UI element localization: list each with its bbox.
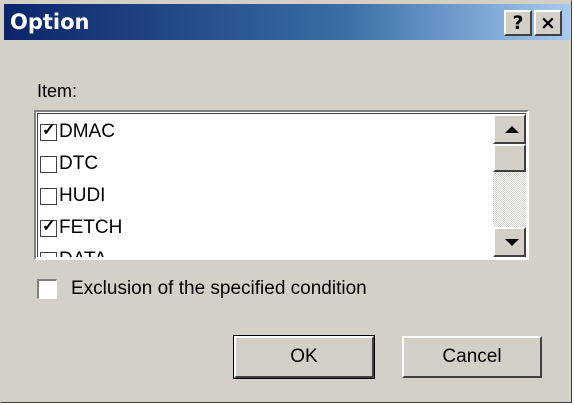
item-checkbox[interactable] [40,251,57,257]
scroll-up-button[interactable] [493,114,526,144]
list-item[interactable]: ✓ DMAC [40,116,490,148]
exclusion-option[interactable]: Exclusion of the specified condition [37,278,367,300]
item-checkbox[interactable]: ✓ [40,121,57,141]
item-label: Item: [37,81,78,101]
cancel-button[interactable]: Cancel [402,336,542,378]
item-label: DATA [59,249,107,257]
scroll-thumb[interactable] [493,144,526,172]
item-list: ✓DMACDTCHUDI✓FETCHDATA [40,116,490,257]
list-item[interactable]: HUDI [40,180,490,212]
vertical-scrollbar[interactable] [493,114,526,257]
close-button[interactable]: × [534,10,562,36]
item-label: DTC [59,153,99,174]
item-label: HUDI [59,185,106,206]
exclusion-checkbox[interactable] [37,279,57,299]
option-dialog: Option ? × Item: ✓DMACDTCHUDI✓FETCHDATA … [0,0,572,403]
down-arrow-icon [505,239,519,246]
exclusion-label: Exclusion of the specified condition [71,278,367,299]
list-item[interactable]: ✓ FETCH [40,212,490,244]
scroll-down-button[interactable] [493,227,526,257]
help-button[interactable]: ? [504,10,532,36]
item-label: FETCH [59,217,123,238]
check-icon: ✓ [42,121,56,139]
item-checkbox[interactable]: ✓ [40,217,57,237]
up-arrow-icon [505,126,519,133]
window-title: Option [10,10,90,34]
item-label: DMAC [59,121,115,142]
list-item[interactable]: DTC [40,148,490,180]
item-checkbox[interactable] [40,155,57,173]
check-icon: ✓ [42,217,56,235]
title-bar[interactable]: Option ? × [4,4,570,40]
list-item[interactable]: DATA [40,244,490,257]
ok-button[interactable]: OK [233,335,375,379]
item-listbox[interactable]: ✓DMACDTCHUDI✓FETCHDATA [34,110,529,260]
item-checkbox[interactable] [40,187,57,205]
